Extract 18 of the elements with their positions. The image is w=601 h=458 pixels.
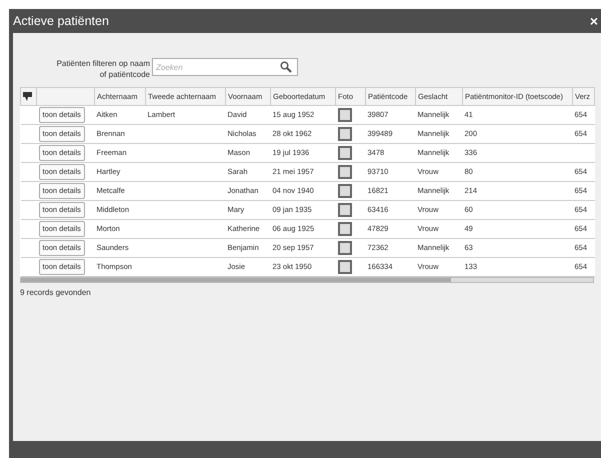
photo-placeholder <box>338 127 352 141</box>
photo-placeholder <box>338 260 352 274</box>
record-count: 9 records gevonden <box>20 287 92 299</box>
column-chooser-icon[interactable] <box>23 92 32 102</box>
photo-placeholder <box>338 241 352 255</box>
scrollbar-thumb[interactable] <box>21 278 451 282</box>
window-title: Actieve patiënten <box>13 12 109 30</box>
photo-placeholder <box>338 108 352 122</box>
photo-placeholder <box>338 222 352 236</box>
filter-label: Patiënten filteren op naam of patiëntcode <box>56 58 150 80</box>
photo-placeholder <box>338 203 352 217</box>
search-field[interactable]: Zoeken <box>152 58 298 76</box>
photo-placeholder <box>338 165 352 179</box>
close-button[interactable]: × <box>590 10 598 32</box>
photo-placeholder <box>338 184 352 198</box>
photo-placeholder <box>338 146 352 160</box>
horizontal-scrollbar[interactable] <box>20 277 594 283</box>
search-icon[interactable] <box>280 61 292 73</box>
